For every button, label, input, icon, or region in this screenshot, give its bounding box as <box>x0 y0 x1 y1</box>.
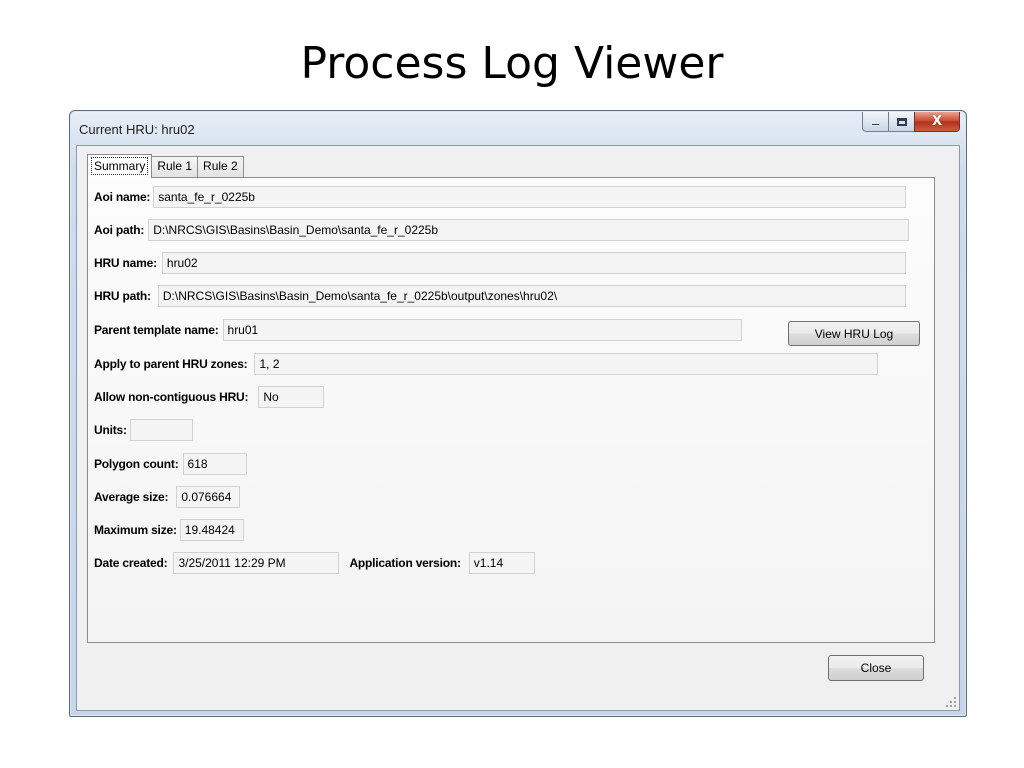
hru-path-row: HRU path: D:\NRCS\GIS\Basins\Basin_Demo\… <box>94 284 906 308</box>
app-version-label: Application version: <box>349 556 461 570</box>
date-created-field[interactable]: 3/25/2011 12:29 PM <box>173 552 340 574</box>
aoi-name-label: Aoi name: <box>94 190 151 204</box>
polygon-count-label: Polygon count: <box>94 457 179 471</box>
date-created-label: Date created: <box>94 556 168 570</box>
title-bar[interactable]: Current HRU: hru02 X <box>70 111 966 145</box>
minimize-button[interactable] <box>862 112 888 132</box>
window-title: Current HRU: hru02 <box>79 122 195 137</box>
apply-parent-zones-field[interactable]: 1, 2 <box>254 353 879 375</box>
tab-strip: Summary Rule 1 Rule 2 <box>87 154 244 178</box>
close-button[interactable]: Close <box>828 655 924 681</box>
caption-buttons: X <box>862 112 960 132</box>
maximize-button[interactable] <box>888 112 914 132</box>
hru-name-row: HRU name: hru02 <box>94 251 906 275</box>
slide-title: Process Log Viewer <box>300 38 724 89</box>
allow-noncontiguous-label: Allow non-contiguous HRU: <box>94 390 249 404</box>
date-created-row: Date created: 3/25/2011 12:29 PM Applica… <box>94 551 535 575</box>
tab-rule-2[interactable]: Rule 2 <box>197 156 244 177</box>
average-size-label: Average size: <box>94 490 169 504</box>
aoi-path-label: Aoi path: <box>94 223 145 237</box>
apply-parent-zones-row: Apply to parent HRU zones: 1, 2 <box>94 352 879 376</box>
parent-template-label: Parent template name: <box>94 323 219 337</box>
close-icon: X <box>931 114 943 129</box>
polygon-count-row: Polygon count: 618 <box>94 452 247 476</box>
aoi-name-field[interactable]: santa_fe_r_0225b <box>153 186 907 208</box>
units-label: Units: <box>94 423 127 437</box>
app-version-field[interactable]: v1.14 <box>468 552 535 574</box>
minimize-icon <box>871 123 880 126</box>
maximum-size-row: Maximum size: 19.48424 <box>94 518 244 542</box>
aoi-path-row: Aoi path: D:\NRCS\GIS\Basins\Basin_Demo\… <box>94 218 910 242</box>
maximum-size-label: Maximum size: <box>94 523 177 537</box>
log-viewer-window: Current HRU: hru02 X Summary Rule 1 Rule… <box>69 110 967 717</box>
tab-summary-label: Summary <box>91 157 149 175</box>
tab-rule-1[interactable]: Rule 1 <box>151 156 199 177</box>
units-field[interactable] <box>129 419 193 441</box>
summary-tab-page: Aoi name: santa_fe_r_0225b Aoi path: D:\… <box>87 177 935 643</box>
average-size-row: Average size: 0.076664 <box>94 485 241 509</box>
aoi-path-field[interactable]: D:\NRCS\GIS\Basins\Basin_Demo\santa_fe_r… <box>148 219 910 241</box>
maximum-size-field[interactable]: 19.48424 <box>179 519 244 541</box>
units-row: Units: <box>94 418 193 442</box>
allow-noncontiguous-row: Allow non-contiguous HRU: No <box>94 385 325 409</box>
close-window-button[interactable]: X <box>914 112 960 132</box>
hru-path-field[interactable]: D:\NRCS\GIS\Basins\Basin_Demo\santa_fe_r… <box>157 285 906 307</box>
allow-noncontiguous-field[interactable]: No <box>258 386 325 408</box>
hru-path-label: HRU path: <box>94 289 151 303</box>
hru-name-label: HRU name: <box>94 256 157 270</box>
aoi-name-row: Aoi name: santa_fe_r_0225b <box>94 185 907 209</box>
view-hru-log-button[interactable]: View HRU Log <box>788 321 920 346</box>
average-size-field[interactable]: 0.076664 <box>176 486 241 508</box>
tab-summary[interactable]: Summary <box>87 154 153 178</box>
parent-template-row: Parent template name: hru01 <box>94 318 742 342</box>
window-client-area: Summary Rule 1 Rule 2 Aoi name: santa_fe… <box>76 145 960 711</box>
hru-name-field[interactable]: hru02 <box>161 252 906 274</box>
parent-template-field[interactable]: hru01 <box>222 319 742 341</box>
resize-grip-icon[interactable] <box>945 696 957 708</box>
maximize-icon <box>896 117 907 126</box>
apply-parent-zones-label: Apply to parent HRU zones: <box>94 357 248 371</box>
polygon-count-field[interactable]: 618 <box>182 453 247 475</box>
